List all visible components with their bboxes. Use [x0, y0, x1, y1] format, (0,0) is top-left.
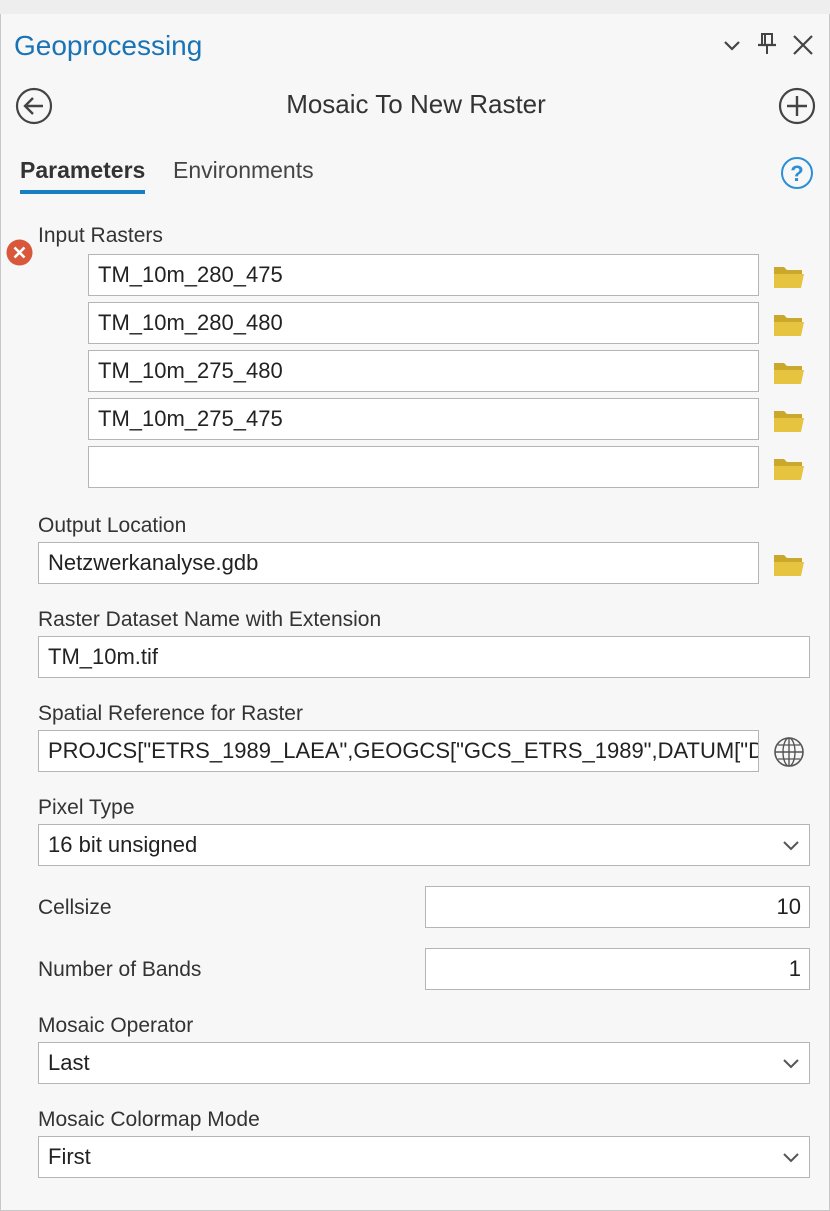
- spatial-reference-field[interactable]: PROJCS["ETRS_1989_LAEA",GEOGCS["GCS_ETRS…: [38, 730, 759, 772]
- folder-icon[interactable]: [772, 358, 806, 386]
- tab-environments[interactable]: Environments: [173, 157, 314, 184]
- cellsize-label: Cellsize: [38, 896, 112, 919]
- tab-parameters[interactable]: Parameters: [20, 157, 146, 194]
- number-of-bands-field[interactable]: 1: [425, 948, 810, 990]
- number-of-bands-label: Number of Bands: [38, 958, 202, 981]
- output-location-label: Output Location: [38, 514, 187, 537]
- chevron-down-icon[interactable]: [721, 34, 743, 56]
- spatial-reference-label: Spatial Reference for Raster: [38, 702, 303, 725]
- mosaic-operator-value: Last: [48, 1050, 90, 1075]
- folder-icon[interactable]: [772, 310, 806, 338]
- input-raster-field-3[interactable]: TM_10m_275_480: [88, 350, 759, 392]
- add-circle-icon[interactable]: [778, 87, 816, 125]
- pixel-type-value: 16 bit unsigned: [48, 832, 198, 857]
- colormap-mode-value: First: [48, 1144, 91, 1169]
- pixel-type-label: Pixel Type: [38, 796, 135, 819]
- input-raster-field-empty[interactable]: [88, 446, 759, 488]
- input-raster-field-2[interactable]: TM_10m_280_480: [88, 302, 759, 344]
- cellsize-field[interactable]: 10: [425, 886, 810, 928]
- svg-text:?: ?: [790, 161, 803, 186]
- pixel-type-select[interactable]: 16 bit unsigned: [38, 824, 810, 866]
- chevron-down-icon: [783, 1153, 799, 1163]
- folder-icon[interactable]: [772, 550, 806, 578]
- pin-icon[interactable]: [755, 31, 779, 57]
- colormap-mode-label: Mosaic Colormap Mode: [38, 1108, 260, 1131]
- input-rasters-label: Input Rasters: [38, 224, 163, 247]
- error-icon: [6, 239, 33, 266]
- mosaic-operator-label: Mosaic Operator: [38, 1014, 194, 1037]
- input-raster-field-1[interactable]: TM_10m_280_475: [88, 254, 759, 296]
- raster-name-field[interactable]: TM_10m.tif: [38, 636, 810, 678]
- folder-icon[interactable]: [772, 406, 806, 434]
- pane-title: Geoprocessing: [14, 30, 203, 61]
- help-icon[interactable]: ?: [780, 156, 814, 190]
- colormap-mode-select[interactable]: First: [38, 1136, 810, 1178]
- folder-icon[interactable]: [772, 262, 806, 290]
- raster-name-label: Raster Dataset Name with Extension: [38, 608, 382, 631]
- geoprocessing-pane: Geoprocessing Mosaic To New Raster Param…: [0, 14, 830, 1211]
- globe-icon[interactable]: [773, 736, 805, 768]
- chevron-down-icon: [783, 841, 799, 851]
- chevron-down-icon: [783, 1059, 799, 1069]
- close-icon[interactable]: [790, 32, 816, 58]
- top-edge-bar: [0, 0, 830, 15]
- tool-title: Mosaic To New Raster: [286, 89, 546, 119]
- output-location-field[interactable]: Netzwerkanalyse.gdb: [38, 542, 759, 584]
- mosaic-operator-select[interactable]: Last: [38, 1042, 810, 1084]
- folder-icon[interactable]: [772, 454, 806, 482]
- input-raster-field-4[interactable]: TM_10m_275_475: [88, 398, 759, 440]
